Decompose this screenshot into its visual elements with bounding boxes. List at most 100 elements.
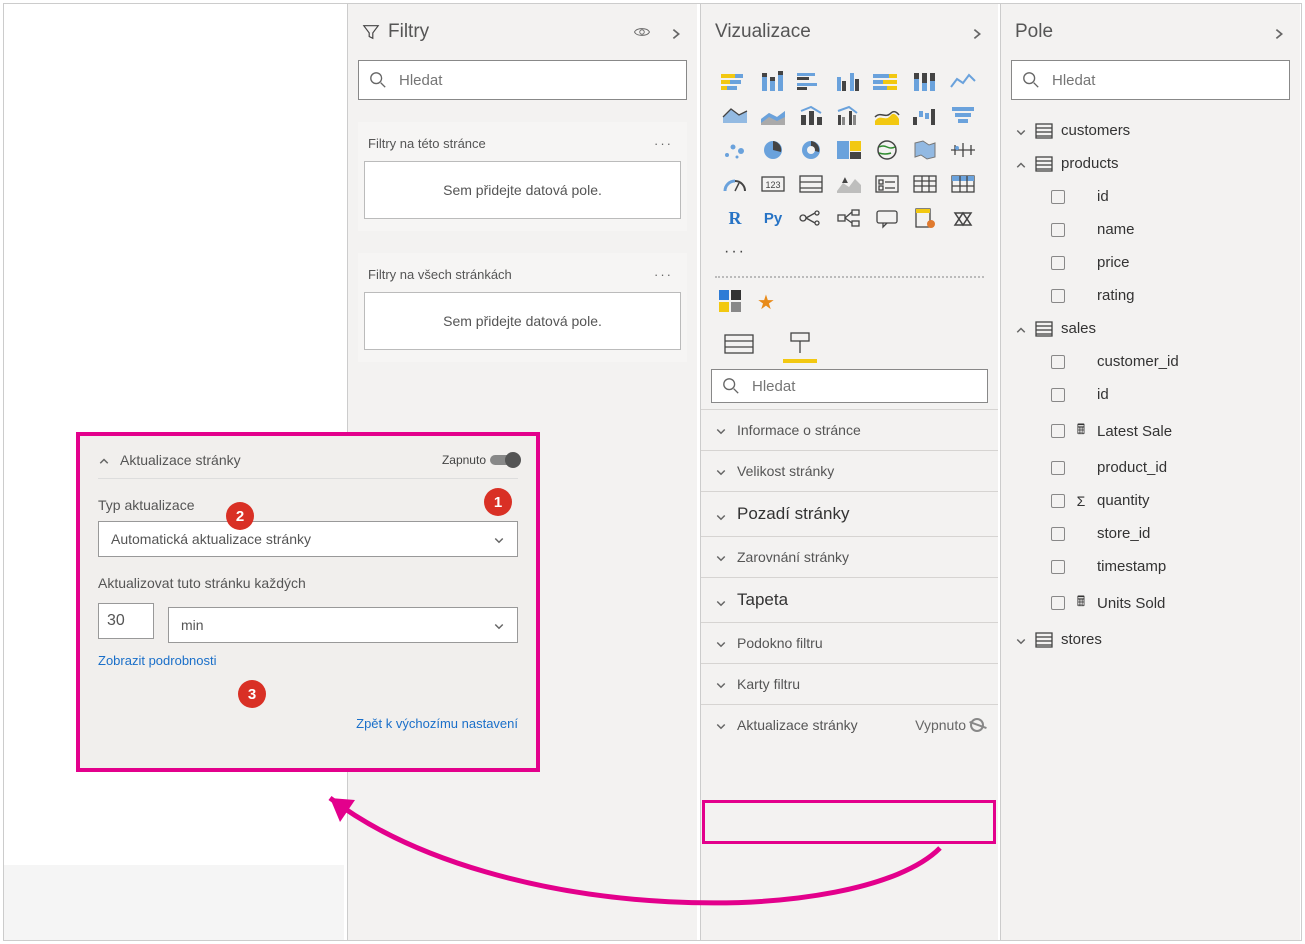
viz-funnel[interactable] bbox=[947, 102, 979, 130]
viz-100-stacked-column[interactable] bbox=[909, 68, 941, 96]
viz-python[interactable]: Py bbox=[757, 204, 789, 232]
field-checkbox[interactable] bbox=[1051, 223, 1065, 237]
viz-line-stacked-column[interactable] bbox=[795, 102, 827, 130]
filters-search-input[interactable] bbox=[397, 71, 676, 90]
visibility-icon[interactable] bbox=[633, 23, 651, 41]
interval-value-input[interactable] bbox=[98, 603, 154, 639]
field-checkbox[interactable] bbox=[1051, 461, 1065, 475]
field-checkbox[interactable] bbox=[1051, 424, 1065, 438]
section-page-refresh[interactable]: Aktualizace stránky Vypnuto bbox=[701, 704, 998, 745]
column-row[interactable]: rating bbox=[1001, 279, 1300, 312]
section-page-size[interactable]: Velikost stránky bbox=[701, 450, 998, 491]
section-page-background[interactable]: Pozadí stránky bbox=[701, 491, 998, 536]
collapse-fields-icon[interactable] bbox=[1272, 25, 1286, 39]
column-row[interactable]: store_id bbox=[1001, 517, 1300, 550]
section-page-alignment[interactable]: Zarovnání stránky bbox=[701, 536, 998, 577]
update-type-select[interactable]: Automatická aktualizace stránky bbox=[98, 521, 518, 557]
column-row[interactable]: price bbox=[1001, 246, 1300, 279]
column-row[interactable]: Σquantity bbox=[1001, 484, 1300, 517]
field-checkbox[interactable] bbox=[1051, 527, 1065, 541]
format-search-input[interactable] bbox=[750, 377, 977, 396]
viz-store-icon[interactable] bbox=[719, 290, 741, 312]
table-row[interactable]: customers bbox=[1001, 114, 1300, 147]
section-page-info[interactable]: Informace o stránce bbox=[701, 409, 998, 450]
format-tab[interactable] bbox=[783, 329, 817, 357]
field-checkbox[interactable] bbox=[1051, 256, 1065, 270]
viz-clustered-bar[interactable] bbox=[795, 68, 827, 96]
column-row[interactable]: 🖩Latest Sale bbox=[1001, 411, 1300, 451]
viz-arcgis[interactable] bbox=[947, 204, 979, 232]
viz-favorites-icon[interactable]: ★ bbox=[757, 290, 775, 315]
interval-unit-select[interactable]: min bbox=[168, 607, 518, 643]
more-icon[interactable]: ··· bbox=[650, 136, 677, 151]
viz-area[interactable] bbox=[719, 102, 751, 130]
column-row[interactable]: customer_id bbox=[1001, 345, 1300, 378]
column-row[interactable]: 🖩Units Sold bbox=[1001, 583, 1300, 623]
page-refresh-callout: Aktualizace stránky Zapnuto Typ aktualiz… bbox=[76, 432, 540, 772]
show-details-link[interactable]: Zobrazit podrobnosti bbox=[98, 653, 518, 668]
viz-shape-map[interactable] bbox=[947, 136, 979, 164]
all-filters-dropzone[interactable]: Sem přidejte datová pole. bbox=[364, 292, 681, 350]
viz-qa[interactable] bbox=[871, 204, 903, 232]
viz-key-influencers[interactable] bbox=[795, 204, 827, 232]
section-wallpaper[interactable]: Tapeta bbox=[701, 577, 998, 622]
viz-matrix[interactable] bbox=[947, 170, 979, 198]
page-filters-dropzone[interactable]: Sem přidejte datová pole. bbox=[364, 161, 681, 219]
column-row[interactable]: product_id bbox=[1001, 451, 1300, 484]
table-row[interactable]: products bbox=[1001, 147, 1300, 180]
fields-search[interactable] bbox=[1011, 60, 1290, 100]
more-icon[interactable]: ··· bbox=[650, 267, 677, 282]
viz-stacked-area[interactable] bbox=[757, 102, 789, 130]
viz-pie[interactable] bbox=[757, 136, 789, 164]
format-search[interactable] bbox=[711, 369, 988, 403]
viz-ribbon[interactable] bbox=[871, 102, 903, 130]
field-checkbox[interactable] bbox=[1051, 494, 1065, 508]
collapse-visualizations-icon[interactable] bbox=[970, 25, 984, 39]
viz-multi-row-card[interactable] bbox=[795, 170, 827, 198]
field-checkbox[interactable] bbox=[1051, 355, 1065, 369]
viz-table[interactable] bbox=[909, 170, 941, 198]
fields-tab[interactable] bbox=[723, 329, 757, 357]
fields-search-input[interactable] bbox=[1050, 71, 1279, 90]
viz-donut[interactable] bbox=[795, 136, 827, 164]
update-type-label: Typ aktualizace bbox=[98, 497, 518, 513]
viz-waterfall[interactable] bbox=[909, 102, 941, 130]
viz-line-clustered-column[interactable] bbox=[833, 102, 865, 130]
viz-kpi[interactable]: ▲ bbox=[833, 170, 865, 198]
section-filter-cards[interactable]: Karty filtru bbox=[701, 663, 998, 704]
viz-stacked-column[interactable] bbox=[757, 68, 789, 96]
field-checkbox[interactable] bbox=[1051, 289, 1065, 303]
page-refresh-toggle[interactable] bbox=[970, 718, 984, 732]
filters-search[interactable] bbox=[358, 60, 687, 100]
viz-decomposition-tree[interactable] bbox=[833, 204, 865, 232]
viz-line[interactable] bbox=[947, 68, 979, 96]
viz-more-options[interactable]: ··· bbox=[719, 238, 751, 266]
viz-scatter[interactable] bbox=[719, 136, 751, 164]
field-checkbox[interactable] bbox=[1051, 388, 1065, 402]
table-row[interactable]: stores bbox=[1001, 623, 1300, 656]
viz-paginated[interactable] bbox=[909, 204, 941, 232]
field-checkbox[interactable] bbox=[1051, 190, 1065, 204]
collapse-filters-icon[interactable] bbox=[669, 25, 683, 39]
column-row[interactable]: id bbox=[1001, 180, 1300, 213]
viz-clustered-column[interactable] bbox=[833, 68, 865, 96]
viz-r[interactable]: R bbox=[719, 204, 751, 232]
viz-stacked-bar[interactable] bbox=[719, 68, 751, 96]
column-row[interactable]: id bbox=[1001, 378, 1300, 411]
viz-filled-map[interactable] bbox=[909, 136, 941, 164]
viz-gauge[interactable] bbox=[719, 170, 751, 198]
viz-treemap[interactable] bbox=[833, 136, 865, 164]
field-checkbox[interactable] bbox=[1051, 560, 1065, 574]
column-row[interactable]: name bbox=[1001, 213, 1300, 246]
reset-to-default-link[interactable]: Zpět k výchozímu nastavení bbox=[98, 716, 518, 731]
callout-toggle[interactable] bbox=[490, 455, 518, 465]
section-filter-pane[interactable]: Podokno filtru bbox=[701, 622, 998, 663]
viz-slicer[interactable] bbox=[871, 170, 903, 198]
column-row[interactable]: timestamp bbox=[1001, 550, 1300, 583]
viz-100-stacked-bar[interactable] bbox=[871, 68, 903, 96]
field-checkbox[interactable] bbox=[1051, 596, 1065, 610]
viz-card[interactable]: 123 bbox=[757, 170, 789, 198]
viz-map[interactable] bbox=[871, 136, 903, 164]
chevron-up-icon[interactable] bbox=[98, 454, 110, 466]
table-row[interactable]: sales bbox=[1001, 312, 1300, 345]
